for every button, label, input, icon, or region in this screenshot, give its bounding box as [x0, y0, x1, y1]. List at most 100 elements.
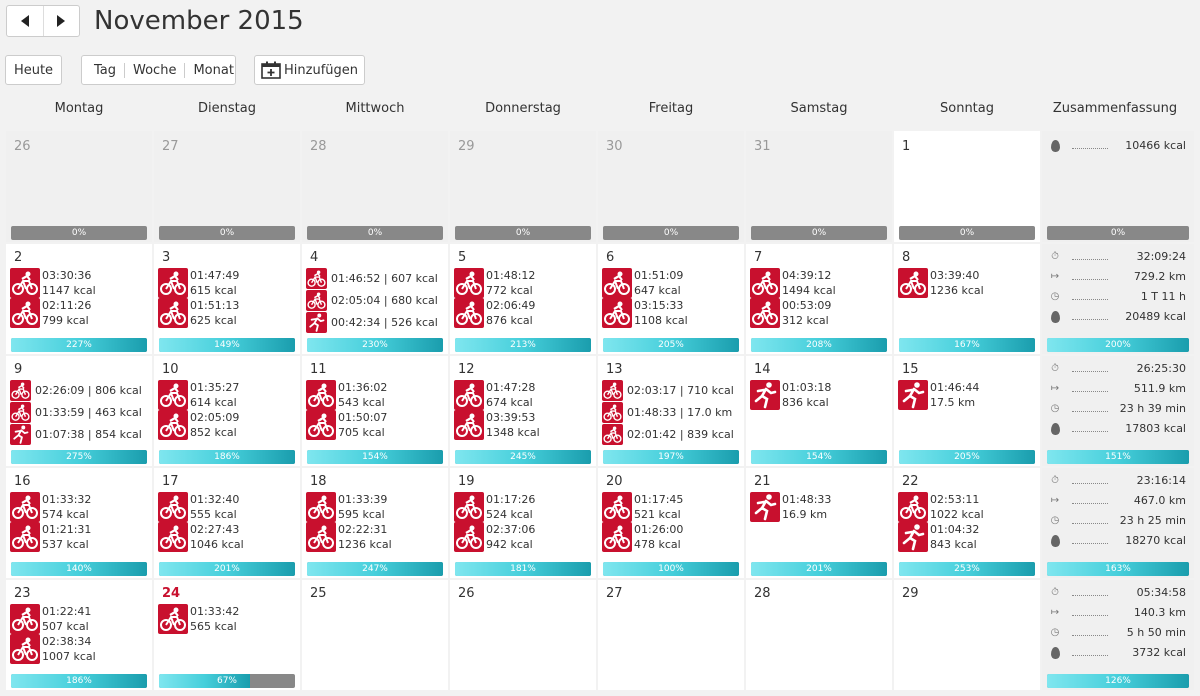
activity-entry[interactable]: 01:51:13 625 kcal: [158, 298, 298, 328]
activity-entry[interactable]: 01:33:59 | 463 kcal: [10, 402, 150, 424]
prev-month-button[interactable]: [7, 6, 43, 36]
view-month-button[interactable]: Monat: [184, 62, 241, 78]
day-cell[interactable]: 4 01:46:52 | 607 kcal 02:05:04 | 680 kcal 0…: [302, 244, 448, 354]
day-cell[interactable]: 3 01:47:49 615 kcal 01:51:13 625 kcal 149%: [154, 244, 300, 354]
progress-label: 0%: [71, 228, 87, 238]
day-cell[interactable]: 29: [894, 580, 1040, 690]
activity-entry[interactable]: 02:38:34 1007 kcal: [10, 634, 150, 664]
activity-entry[interactable]: 01:21:31 537 kcal: [10, 522, 150, 552]
day-cell[interactable]: 7 04:39:12 1494 kcal 00:53:09 312 kcal 208%: [746, 244, 892, 354]
add-button[interactable]: Hinzufügen: [254, 55, 365, 85]
day-cell[interactable]: 31 0%: [746, 131, 892, 242]
day-cell[interactable]: 19 01:17:26 524 kcal 02:37:06 942 kcal 181%: [450, 468, 596, 578]
activity-entry[interactable]: 04:39:12 1494 kcal: [750, 268, 890, 298]
activity-entry[interactable]: 00:53:09 312 kcal: [750, 298, 890, 328]
activity-entry[interactable]: 01:48:33 | 17.0 km: [602, 402, 742, 424]
activity-entry[interactable]: 03:15:33 1108 kcal: [602, 298, 742, 328]
activity-entry[interactable]: 02:22:31 1236 kcal: [306, 522, 446, 552]
day-number: 26: [14, 139, 31, 154]
day-cell[interactable]: 8 03:39:40 1236 kcal 167%: [894, 244, 1040, 354]
day-cell[interactable]: 29 0%: [450, 131, 596, 242]
view-day-button[interactable]: Tag: [86, 63, 124, 78]
activity-entry[interactable]: 01:46:44 17.5 km: [898, 380, 1038, 410]
day-cell[interactable]: 1 0%: [894, 131, 1040, 242]
activity-entry[interactable]: 01:22:41 507 kcal: [10, 604, 150, 634]
activity-entry[interactable]: 03:30:36 1147 kcal: [10, 268, 150, 298]
day-cell[interactable]: 26: [450, 580, 596, 690]
day-cell[interactable]: 16 01:33:32 574 kcal 01:21:31 537 kcal 140%: [6, 468, 152, 578]
activity-entry[interactable]: 01:04:32 843 kcal: [898, 522, 1038, 552]
day-cell[interactable]: 22 02:53:11 1022 kcal 01:04:32 843 kcal 253%: [894, 468, 1040, 578]
activity-entry[interactable]: 01:17:26 524 kcal: [454, 492, 594, 522]
activity-entry[interactable]: 01:48:12 772 kcal: [454, 268, 594, 298]
activity-entry[interactable]: 02:53:11 1022 kcal: [898, 492, 1038, 522]
activity-entry[interactable]: 01:36:02 543 kcal: [306, 380, 446, 410]
day-cell[interactable]: 28: [746, 580, 892, 690]
activity-entry[interactable]: 01:48:33 16.9 km: [750, 492, 890, 522]
day-cell[interactable]: 15 01:46:44 17.5 km 205%: [894, 356, 1040, 466]
day-cell[interactable]: 12 01:47:28 674 kcal 03:39:53 1348 kcal 245%: [450, 356, 596, 466]
day-cell[interactable]: 2 03:30:36 1147 kcal 02:11:26 799 kcal 227%: [6, 244, 152, 354]
progress-bar: 0%: [11, 226, 147, 240]
activity-entry[interactable]: 03:39:40 1236 kcal: [898, 268, 1038, 298]
day-cell[interactable]: 26 0%: [6, 131, 152, 242]
day-cell[interactable]: 10 01:35:27 614 kcal 02:05:09 852 kcal 186%: [154, 356, 300, 466]
activity-entry[interactable]: 01:33:42 565 kcal: [158, 604, 298, 634]
day-cell[interactable]: 21 01:48:33 16.9 km 201%: [746, 468, 892, 578]
activity-entry[interactable]: 02:03:17 | 710 kcal: [602, 380, 742, 402]
activity-entry[interactable]: 02:27:43 1046 kcal: [158, 522, 298, 552]
activity-entry[interactable]: 02:01:42 | 839 kcal: [602, 424, 742, 446]
bike-icon: [750, 298, 780, 328]
activity-entry[interactable]: 03:39:53 1348 kcal: [454, 410, 594, 440]
activity-entry[interactable]: 01:35:27 614 kcal: [158, 380, 298, 410]
activity-entry[interactable]: 00:42:34 | 526 kcal: [306, 312, 446, 334]
activity-entry[interactable]: 02:05:04 | 680 kcal: [306, 290, 446, 312]
progress-bar: 100%: [603, 562, 739, 576]
day-cell[interactable]: 27 0%: [154, 131, 300, 242]
activity-entry[interactable]: 01:17:45 521 kcal: [602, 492, 742, 522]
day-cell[interactable]: 5 01:48:12 772 kcal 02:06:49 876 kcal 213%: [450, 244, 596, 354]
day-cell[interactable]: 28 0%: [302, 131, 448, 242]
activity-line: 01:21:31: [42, 523, 92, 536]
day-cell[interactable]: 14 01:03:18 836 kcal 154%: [746, 356, 892, 466]
activity-entry[interactable]: 02:37:06 942 kcal: [454, 522, 594, 552]
day-cell[interactable]: 17 01:32:40 555 kcal 02:27:43 1046 kcal 201%: [154, 468, 300, 578]
activity-entry[interactable]: 01:07:38 | 854 kcal: [10, 424, 150, 446]
activity-entry[interactable]: 01:26:00 478 kcal: [602, 522, 742, 552]
activity-entry[interactable]: 01:33:32 574 kcal: [10, 492, 150, 522]
day-cell[interactable]: 30 0%: [598, 131, 744, 242]
day-cell[interactable]: 25: [302, 580, 448, 690]
day-cell[interactable]: 13 02:03:17 | 710 kcal 01:48:33 | 17.0 km 0…: [598, 356, 744, 466]
bike-icon: [306, 492, 336, 522]
day-cell[interactable]: 20 01:17:45 521 kcal 01:26:00 478 kcal 100%: [598, 468, 744, 578]
activity-line: 02:01:42 | 839 kcal: [627, 428, 734, 441]
day-number: 17: [162, 474, 179, 489]
next-month-button[interactable]: [42, 6, 80, 36]
activity-entry[interactable]: 02:05:09 852 kcal: [158, 410, 298, 440]
bike-icon: [158, 298, 188, 328]
day-cell[interactable]: 18 01:33:39 595 kcal 02:22:31 1236 kcal 247%: [302, 468, 448, 578]
activity-entry[interactable]: 01:51:09 647 kcal: [602, 268, 742, 298]
activity-entry[interactable]: 01:33:39 595 kcal: [306, 492, 446, 522]
day-cell[interactable]: 11 01:36:02 543 kcal 01:50:07 705 kcal 154%: [302, 356, 448, 466]
elapsed-icon: ◷: [1050, 515, 1060, 526]
activity-entry[interactable]: 01:46:52 | 607 kcal: [306, 268, 446, 290]
view-week-button[interactable]: Woche: [124, 62, 184, 78]
day-cell[interactable]: 23 01:22:41 507 kcal 02:38:34 1007 kcal 186%: [6, 580, 152, 690]
flame-icon: [1048, 646, 1062, 660]
activity-entry[interactable]: 01:03:18 836 kcal: [750, 380, 890, 410]
calendar-add-icon: [261, 61, 281, 79]
activity-entry[interactable]: 01:32:40 555 kcal: [158, 492, 298, 522]
activity-entry[interactable]: 02:26:09 | 806 kcal: [10, 380, 150, 402]
day-cell[interactable]: 27: [598, 580, 744, 690]
activity-entry[interactable]: 01:50:07 705 kcal: [306, 410, 446, 440]
activity-entry[interactable]: 01:47:49 615 kcal: [158, 268, 298, 298]
day-cell[interactable]: 9 02:26:09 | 806 kcal 01:33:59 | 463 kcal 0…: [6, 356, 152, 466]
today-button[interactable]: Heute: [5, 55, 62, 85]
activity-entry[interactable]: 02:06:49 876 kcal: [454, 298, 594, 328]
activity-entry[interactable]: 01:47:28 674 kcal: [454, 380, 594, 410]
activity-entry[interactable]: 02:11:26 799 kcal: [10, 298, 150, 328]
progress-bar: 213%: [455, 338, 591, 352]
day-cell[interactable]: 6 01:51:09 647 kcal 03:15:33 1108 kcal 205%: [598, 244, 744, 354]
day-cell[interactable]: 24 01:33:42 565 kcal 67%: [154, 580, 300, 690]
